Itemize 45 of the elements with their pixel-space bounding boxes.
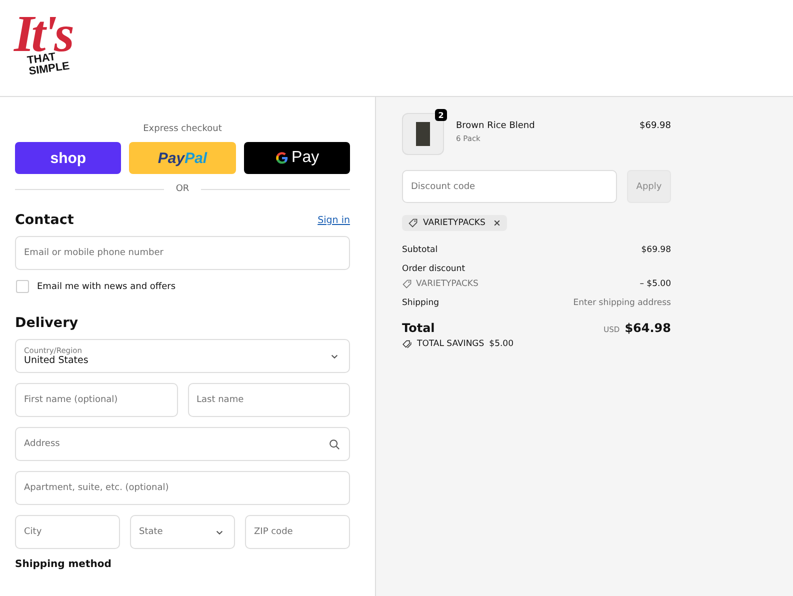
text-input-field[interactable]: First name (optional) (15, 383, 178, 417)
email-input-field[interactable]: Email or mobile phone number (15, 236, 350, 270)
discount-code-field[interactable]: Discount code (402, 170, 617, 203)
quantity-badge: 2 (435, 109, 447, 121)
google-pay-button[interactable]: Pay (244, 142, 350, 174)
product-name: Brown Rice Blend (456, 121, 536, 131)
close-icon[interactable] (493, 219, 502, 227)
tag-icon (408, 218, 418, 228)
or-divider-label: OR (176, 184, 190, 194)
text-input-field[interactable]: City (15, 515, 120, 549)
product-price: $69.98 (640, 121, 671, 131)
contact-heading: Contact (15, 212, 74, 228)
tags-icon (402, 339, 412, 349)
shipping-label: Shipping (402, 298, 440, 308)
newsletter-label: Email me with news and offers (37, 282, 176, 292)
discount-code-label: VARIETYPACKS (416, 279, 478, 289)
subtotal-value: $69.98 (641, 245, 671, 255)
total-savings-label: TOTAL SAVINGS (417, 339, 484, 349)
shop-pay-button[interactable]: shop (15, 142, 122, 174)
total-value: $64.98 (624, 321, 671, 335)
total-label: Total (402, 321, 435, 335)
discount-value: – $5.00 (640, 279, 671, 289)
shipping-method-heading: Shipping method (15, 559, 112, 570)
colored-g-icon (274, 151, 289, 165)
subtotal-label: Subtotal (402, 245, 438, 255)
brand-logo: It's THAT SIMPLE (14, 9, 73, 80)
delivery-heading: Delivery (15, 315, 80, 331)
text-input-field[interactable]: Apartment, suite, etc. (optional) (15, 471, 350, 505)
product-photo-placeholder (402, 113, 444, 155)
text-input-field[interactable]: Last name (188, 383, 350, 417)
shipping-value: Enter shipping address (573, 298, 671, 308)
chevron-down-icon (215, 530, 224, 536)
express-checkout-label: Express checkout (142, 124, 223, 134)
address-input-field[interactable]: Address (15, 427, 350, 461)
state-select[interactable]: State (130, 515, 235, 549)
newsletter-checkbox[interactable] (16, 280, 29, 293)
chevron-down-icon (330, 354, 339, 360)
tag-icon (402, 279, 412, 289)
search-icon (329, 439, 340, 450)
paypal-button[interactable]: PayPal (129, 142, 236, 174)
order-discount-label: Order discount (402, 264, 466, 274)
sign-in-link[interactable]: Sign in (318, 214, 350, 226)
discount-tag: VARIETYPACKS (402, 215, 508, 231)
total-savings-value: $5.00 (489, 339, 514, 349)
text-input-field[interactable]: ZIP code (245, 515, 350, 549)
